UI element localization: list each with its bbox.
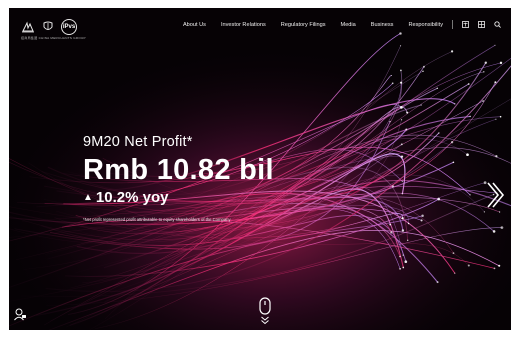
logo-subtitle: 招商局集团 CHINA MERCHANTS GROUP — [21, 36, 86, 40]
cm-bank-logo-icon — [43, 21, 53, 30]
nav-regulatory-filings[interactable]: Regulatory Filings — [281, 21, 326, 29]
china-merchants-logo-icon — [22, 21, 34, 33]
hero-kicker: 9M20 Net Profit* — [83, 134, 193, 150]
main-nav: About Us Investor Relations Regulatory F… — [183, 20, 501, 29]
up-arrow-icon: ▲ — [83, 192, 93, 203]
nav-responsibility[interactable]: Responsibility — [408, 21, 443, 29]
site-header: iPvs 招商局集团 CHINA MERCHANTS GROUP About U… — [9, 8, 511, 42]
ipvs-logo: iPvs — [61, 19, 77, 35]
hero-content: 9M20 Net Profit* Rmb 10.82 bil ▲ 10.2% y… — [83, 134, 274, 222]
nav-divider — [452, 20, 453, 29]
hero-frame: iPvs 招商局集团 CHINA MERCHANTS GROUP About U… — [9, 8, 511, 330]
hero-growth-value: 10.2% yoy — [95, 189, 169, 206]
nav-about-us[interactable]: About Us — [183, 21, 206, 29]
logo-group[interactable]: iPvs 招商局集团 CHINA MERCHANTS GROUP — [21, 18, 85, 40]
nav-business[interactable]: Business — [371, 21, 394, 29]
customer-service-icon[interactable] — [13, 307, 27, 321]
nav-investor-relations[interactable]: Investor Relations — [221, 21, 266, 29]
language-icon[interactable] — [462, 21, 469, 28]
scroll-down-mouse-icon[interactable] — [258, 297, 272, 325]
search-icon[interactable] — [494, 21, 501, 28]
hero-net-profit-figure: Rmb 10.82 bil — [83, 154, 274, 186]
hero-growth: ▲ 10.2% yoy — [83, 189, 274, 207]
menu-grid-icon[interactable] — [478, 21, 485, 28]
next-slide-chevron-icon[interactable] — [484, 180, 506, 210]
nav-media[interactable]: Media — [341, 21, 356, 29]
hero-footnote: *Net profit represented profit attributa… — [83, 217, 231, 222]
